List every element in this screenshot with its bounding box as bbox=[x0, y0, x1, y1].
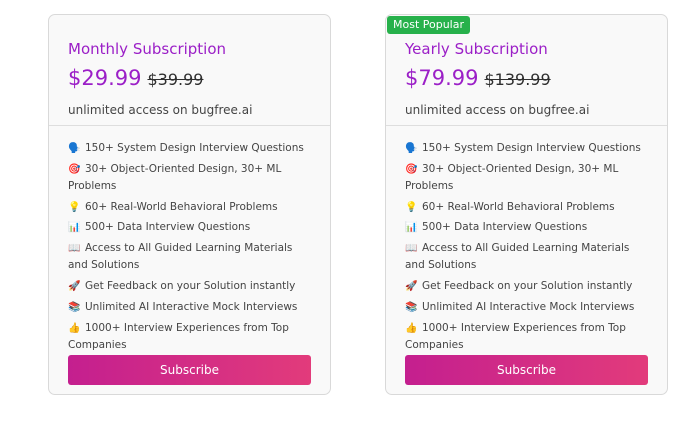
monthly-plan-card: Monthly Subscription $29.99 $39.99 unlim… bbox=[48, 14, 331, 395]
book-icon: 📖 bbox=[405, 243, 418, 255]
feature-text: 150+ System Design Interview Questions bbox=[85, 142, 304, 154]
bar-chart-icon: 📊 bbox=[68, 222, 81, 234]
price-row: $29.99 $39.99 bbox=[68, 65, 311, 93]
feature-item: 🚀 Get Feedback on your Solution instantly bbox=[405, 278, 648, 295]
feature-text: Unlimited AI Interactive Mock Interviews bbox=[85, 300, 298, 313]
price-row: $79.99 $139.99 bbox=[405, 65, 648, 93]
lightbulb-icon: 💡 bbox=[405, 201, 418, 213]
feature-list: 🗣️ 150+ System Design Interview Questions… bbox=[49, 126, 330, 354]
subscribe-button-monthly[interactable]: Subscribe bbox=[68, 355, 311, 385]
feature-text: 30+ Object-Oriented Design, 30+ ML Probl… bbox=[68, 162, 282, 192]
feature-item: 📚 Unlimited AI Interactive Mock Interview… bbox=[405, 299, 648, 316]
feature-item: 📊 500+ Data Interview Questions bbox=[68, 219, 311, 236]
feature-text: 1000+ Interview Experiences from Top Com… bbox=[405, 321, 626, 351]
feature-item: 👍 1000+ Interview Experiences from Top Co… bbox=[68, 320, 311, 354]
feature-text: Access to All Guided Learning Materials … bbox=[405, 242, 630, 272]
current-price: $29.99 bbox=[68, 66, 142, 90]
feature-item: 🗣️ 150+ System Design Interview Questions bbox=[68, 140, 311, 157]
feature-text: Unlimited AI Interactive Mock Interviews bbox=[422, 300, 635, 313]
feature-text: Access to All Guided Learning Materials … bbox=[68, 242, 293, 272]
feature-item: 💡 60+ Real-World Behavioral Problems bbox=[405, 199, 648, 216]
plan-subtitle: unlimited access on bugfree.ai bbox=[68, 103, 253, 117]
feature-item: 📖 Access to All Guided Learning Materials… bbox=[68, 240, 311, 274]
feature-text: 150+ System Design Interview Questions bbox=[422, 142, 641, 154]
feature-text: Get Feedback on your Solution instantly bbox=[422, 279, 633, 292]
feature-text: 30+ Object-Oriented Design, 30+ ML Probl… bbox=[405, 162, 619, 192]
books-icon: 📚 bbox=[68, 301, 81, 313]
lightbulb-icon: 💡 bbox=[68, 201, 81, 213]
speaking-head-icon: 🗣️ bbox=[405, 143, 418, 154]
thumbs-up-icon: 👍 bbox=[68, 322, 81, 334]
feature-item: 📊 500+ Data Interview Questions bbox=[405, 219, 648, 236]
feature-text: 60+ Real-World Behavioral Problems bbox=[422, 200, 615, 213]
yearly-plan-card: Most Popular Yearly Subscription $79.99 … bbox=[385, 14, 668, 395]
feature-text: 500+ Data Interview Questions bbox=[85, 221, 251, 234]
original-price: $39.99 bbox=[147, 70, 204, 89]
feature-text: 1000+ Interview Experiences from Top Com… bbox=[68, 321, 289, 351]
book-icon: 📖 bbox=[68, 243, 81, 255]
feature-item: 💡 60+ Real-World Behavioral Problems bbox=[68, 199, 311, 216]
feature-text: 60+ Real-World Behavioral Problems bbox=[85, 200, 278, 213]
bar-chart-icon: 📊 bbox=[405, 222, 418, 234]
speaking-head-icon: 🗣️ bbox=[68, 143, 81, 154]
feature-item: 🚀 Get Feedback on your Solution instantly bbox=[68, 278, 311, 295]
feature-text: 500+ Data Interview Questions bbox=[422, 221, 588, 234]
books-icon: 📚 bbox=[405, 301, 418, 313]
target-icon: 🎯 bbox=[68, 163, 81, 175]
most-popular-badge: Most Popular bbox=[387, 16, 471, 34]
plan-subtitle: unlimited access on bugfree.ai bbox=[405, 103, 590, 117]
feature-item: 📚 Unlimited AI Interactive Mock Interview… bbox=[68, 299, 311, 316]
plan-header: Monthly Subscription $29.99 $39.99 unlim… bbox=[49, 15, 330, 126]
feature-item: 📖 Access to All Guided Learning Materials… bbox=[405, 240, 648, 274]
feature-item: 🎯 30+ Object-Oriented Design, 30+ ML Prob… bbox=[405, 161, 648, 195]
plan-title: Monthly Subscription bbox=[68, 40, 227, 58]
rocket-icon: 🚀 bbox=[405, 280, 418, 292]
feature-text: Get Feedback on your Solution instantly bbox=[85, 279, 296, 292]
feature-list: 🗣️ 150+ System Design Interview Questions… bbox=[386, 126, 667, 354]
original-price: $139.99 bbox=[484, 70, 551, 89]
target-icon: 🎯 bbox=[405, 163, 418, 175]
feature-item: 👍 1000+ Interview Experiences from Top Co… bbox=[405, 320, 648, 354]
current-price: $79.99 bbox=[405, 66, 479, 90]
subscribe-button-yearly[interactable]: Subscribe bbox=[405, 355, 648, 385]
rocket-icon: 🚀 bbox=[68, 280, 81, 292]
feature-item: 🗣️ 150+ System Design Interview Questions bbox=[405, 140, 648, 157]
thumbs-up-icon: 👍 bbox=[405, 322, 418, 334]
plan-title: Yearly Subscription bbox=[405, 40, 548, 58]
feature-item: 🎯 30+ Object-Oriented Design, 30+ ML Prob… bbox=[68, 161, 311, 195]
